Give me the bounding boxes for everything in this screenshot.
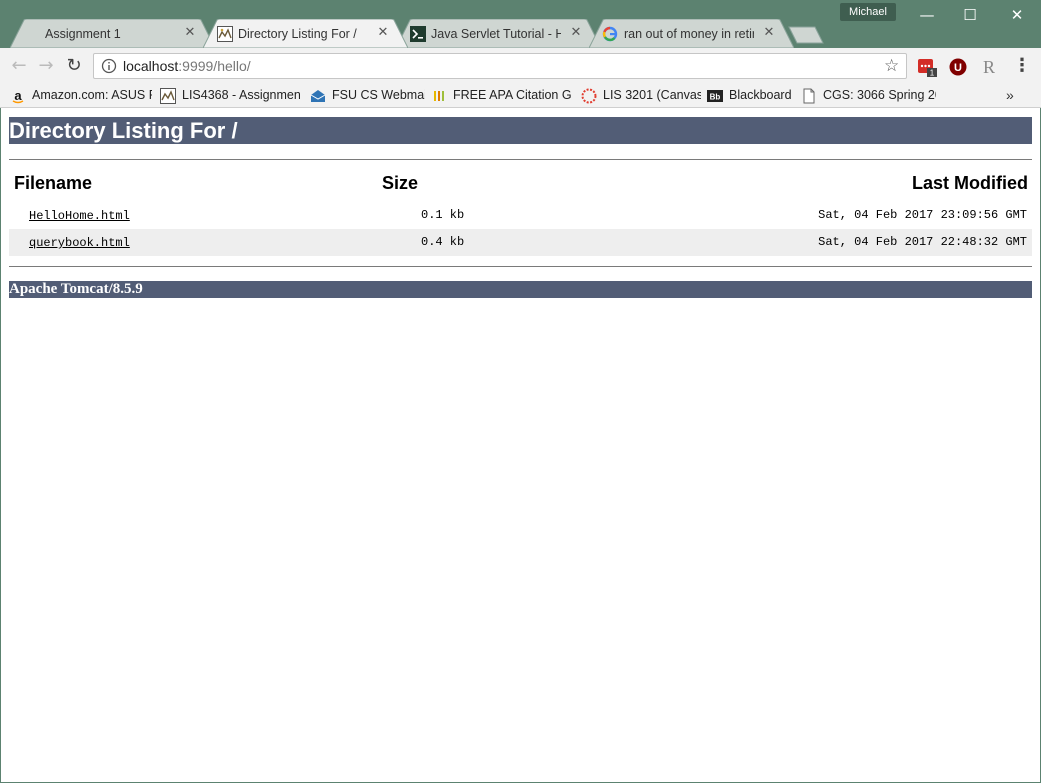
table-header: Filename Size Last Modified	[9, 173, 1032, 197]
server-footer: Apache Tomcat/8.5.9	[9, 281, 1032, 298]
bookmark-lis4368[interactable]: LIS4368 - Assignment	[160, 87, 300, 105]
url-text[interactable]: localhost:9999/hello/	[123, 58, 251, 74]
extension-letter: R	[983, 57, 995, 77]
bookmark-label: CGS: 3066 Spring 201	[823, 88, 936, 102]
tab-java-servlet[interactable]: Java Servlet Tutorial - Ho ✕	[396, 19, 601, 48]
amazon-icon: a	[12, 88, 24, 104]
reload-icon[interactable]: ↻	[63, 55, 85, 77]
close-tab-icon[interactable]: ✕	[183, 25, 197, 41]
tab-assignment-1[interactable]: Assignment 1 ✕	[10, 19, 215, 48]
menu-kebab-icon[interactable]: ⋮	[1011, 55, 1033, 77]
svg-text:Bb: Bb	[710, 93, 721, 102]
file-link[interactable]: querybook.html	[29, 236, 130, 250]
page-viewport: Directory Listing For / Filename Size La…	[1, 108, 1040, 782]
url-host: localhost	[123, 58, 179, 74]
divider	[9, 159, 1032, 160]
bookmark-blackboard[interactable]: Bb Blackboard	[707, 87, 795, 105]
tomcat-icon	[217, 26, 233, 42]
tab-title: ran out of money in retir	[624, 27, 754, 41]
bookmark-label: LIS 3201 (Canvas)	[603, 88, 701, 102]
tab-title: Assignment 1	[45, 27, 121, 41]
svg-text:a: a	[14, 88, 22, 103]
bookmark-label: Blackboard	[729, 88, 792, 102]
address-bar[interactable]: localhost:9999/hello/ ☆	[93, 53, 907, 79]
info-icon[interactable]	[101, 58, 117, 74]
tab-directory-listing[interactable]: Directory Listing For / ✕	[203, 19, 408, 48]
terminal-icon	[410, 26, 426, 42]
tab-title: Directory Listing For /	[238, 27, 357, 41]
bookmark-cgs3066[interactable]: CGS: 3066 Spring 201	[801, 87, 936, 105]
mail-icon	[310, 90, 326, 102]
url-path: :9999/hello/	[178, 58, 251, 74]
bookmark-label: Amazon.com: ASUS F	[32, 88, 152, 102]
column-header-modified: Last Modified	[912, 173, 1028, 193]
close-window-icon[interactable]: ✕	[1000, 4, 1034, 26]
forward-arrow-icon[interactable]: →	[35, 55, 57, 77]
bookmark-label: FSU CS Webmail	[332, 88, 425, 102]
bookmark-label: LIS4368 - Assignment	[182, 88, 300, 102]
back-arrow-icon[interactable]: ←	[8, 55, 30, 77]
profile-button[interactable]: Michael	[840, 3, 896, 21]
heading-bar: Directory Listing For /	[9, 117, 1032, 144]
divider	[9, 266, 1032, 267]
column-header-size: Size	[382, 173, 419, 193]
extension-badge: 1	[930, 69, 935, 78]
new-tab-button[interactable]	[788, 26, 824, 44]
bookmarks-bar: a Amazon.com: ASUS F LIS4368 - Assignmen…	[0, 83, 1041, 108]
file-size: 0.4 kb	[421, 235, 465, 249]
tab-google-search[interactable]: ran out of money in retir ✕	[589, 19, 794, 48]
tab-title: Java Servlet Tutorial - Ho	[431, 27, 561, 41]
close-tab-icon[interactable]: ✕	[762, 25, 776, 41]
bookmark-apa-citation[interactable]: FREE APA Citation Ger	[431, 87, 571, 105]
ublock-extension-icon[interactable]: U	[948, 57, 968, 77]
page-icon	[803, 88, 815, 104]
table-row: HelloHome.html 0.1 kb Sat, 04 Feb 2017 2…	[9, 202, 1032, 229]
bookmark-amazon[interactable]: a Amazon.com: ASUS F	[10, 87, 152, 105]
page-title: Directory Listing For /	[9, 118, 238, 143]
close-tab-icon[interactable]: ✕	[569, 25, 583, 41]
column-header-filename: Filename	[14, 173, 93, 193]
title-bar: Assignment 1 ✕ Java Servlet Tutorial - H…	[0, 0, 1041, 48]
lastpass-extension-icon[interactable]: 1	[917, 57, 937, 77]
close-tab-icon[interactable]: ✕	[376, 25, 390, 41]
browser-toolbar: ← → ↻ localhost:9999/hello/ ☆ 1 U R ⋮	[0, 48, 1041, 83]
image-icon	[160, 88, 176, 104]
file-size: 0.1 kb	[421, 208, 465, 222]
maximize-icon[interactable]: ☐	[953, 4, 987, 26]
file-modified: Sat, 04 Feb 2017 23:09:56 GMT	[818, 208, 1027, 222]
minimize-icon[interactable]: —	[910, 4, 944, 26]
more-bookmarks-icon[interactable]: »	[1006, 87, 1014, 103]
bookmark-label: FREE APA Citation Ger	[453, 88, 571, 102]
svg-text:U: U	[954, 62, 962, 74]
file-modified: Sat, 04 Feb 2017 22:48:32 GMT	[818, 235, 1027, 249]
bookmark-lis3201-canvas[interactable]: LIS 3201 (Canvas)	[581, 87, 701, 105]
file-link[interactable]: HelloHome.html	[29, 209, 130, 223]
canvas-icon	[581, 88, 597, 104]
r-extension-icon[interactable]: R	[979, 57, 999, 77]
google-icon	[602, 26, 618, 42]
bookmark-star-icon[interactable]: ☆	[884, 56, 899, 76]
bars-icon	[434, 91, 444, 101]
bookmark-fsu-webmail[interactable]: FSU CS Webmail	[310, 87, 425, 105]
table-row: querybook.html 0.4 kb Sat, 04 Feb 2017 2…	[9, 229, 1032, 256]
blackboard-icon: Bb	[707, 90, 723, 102]
